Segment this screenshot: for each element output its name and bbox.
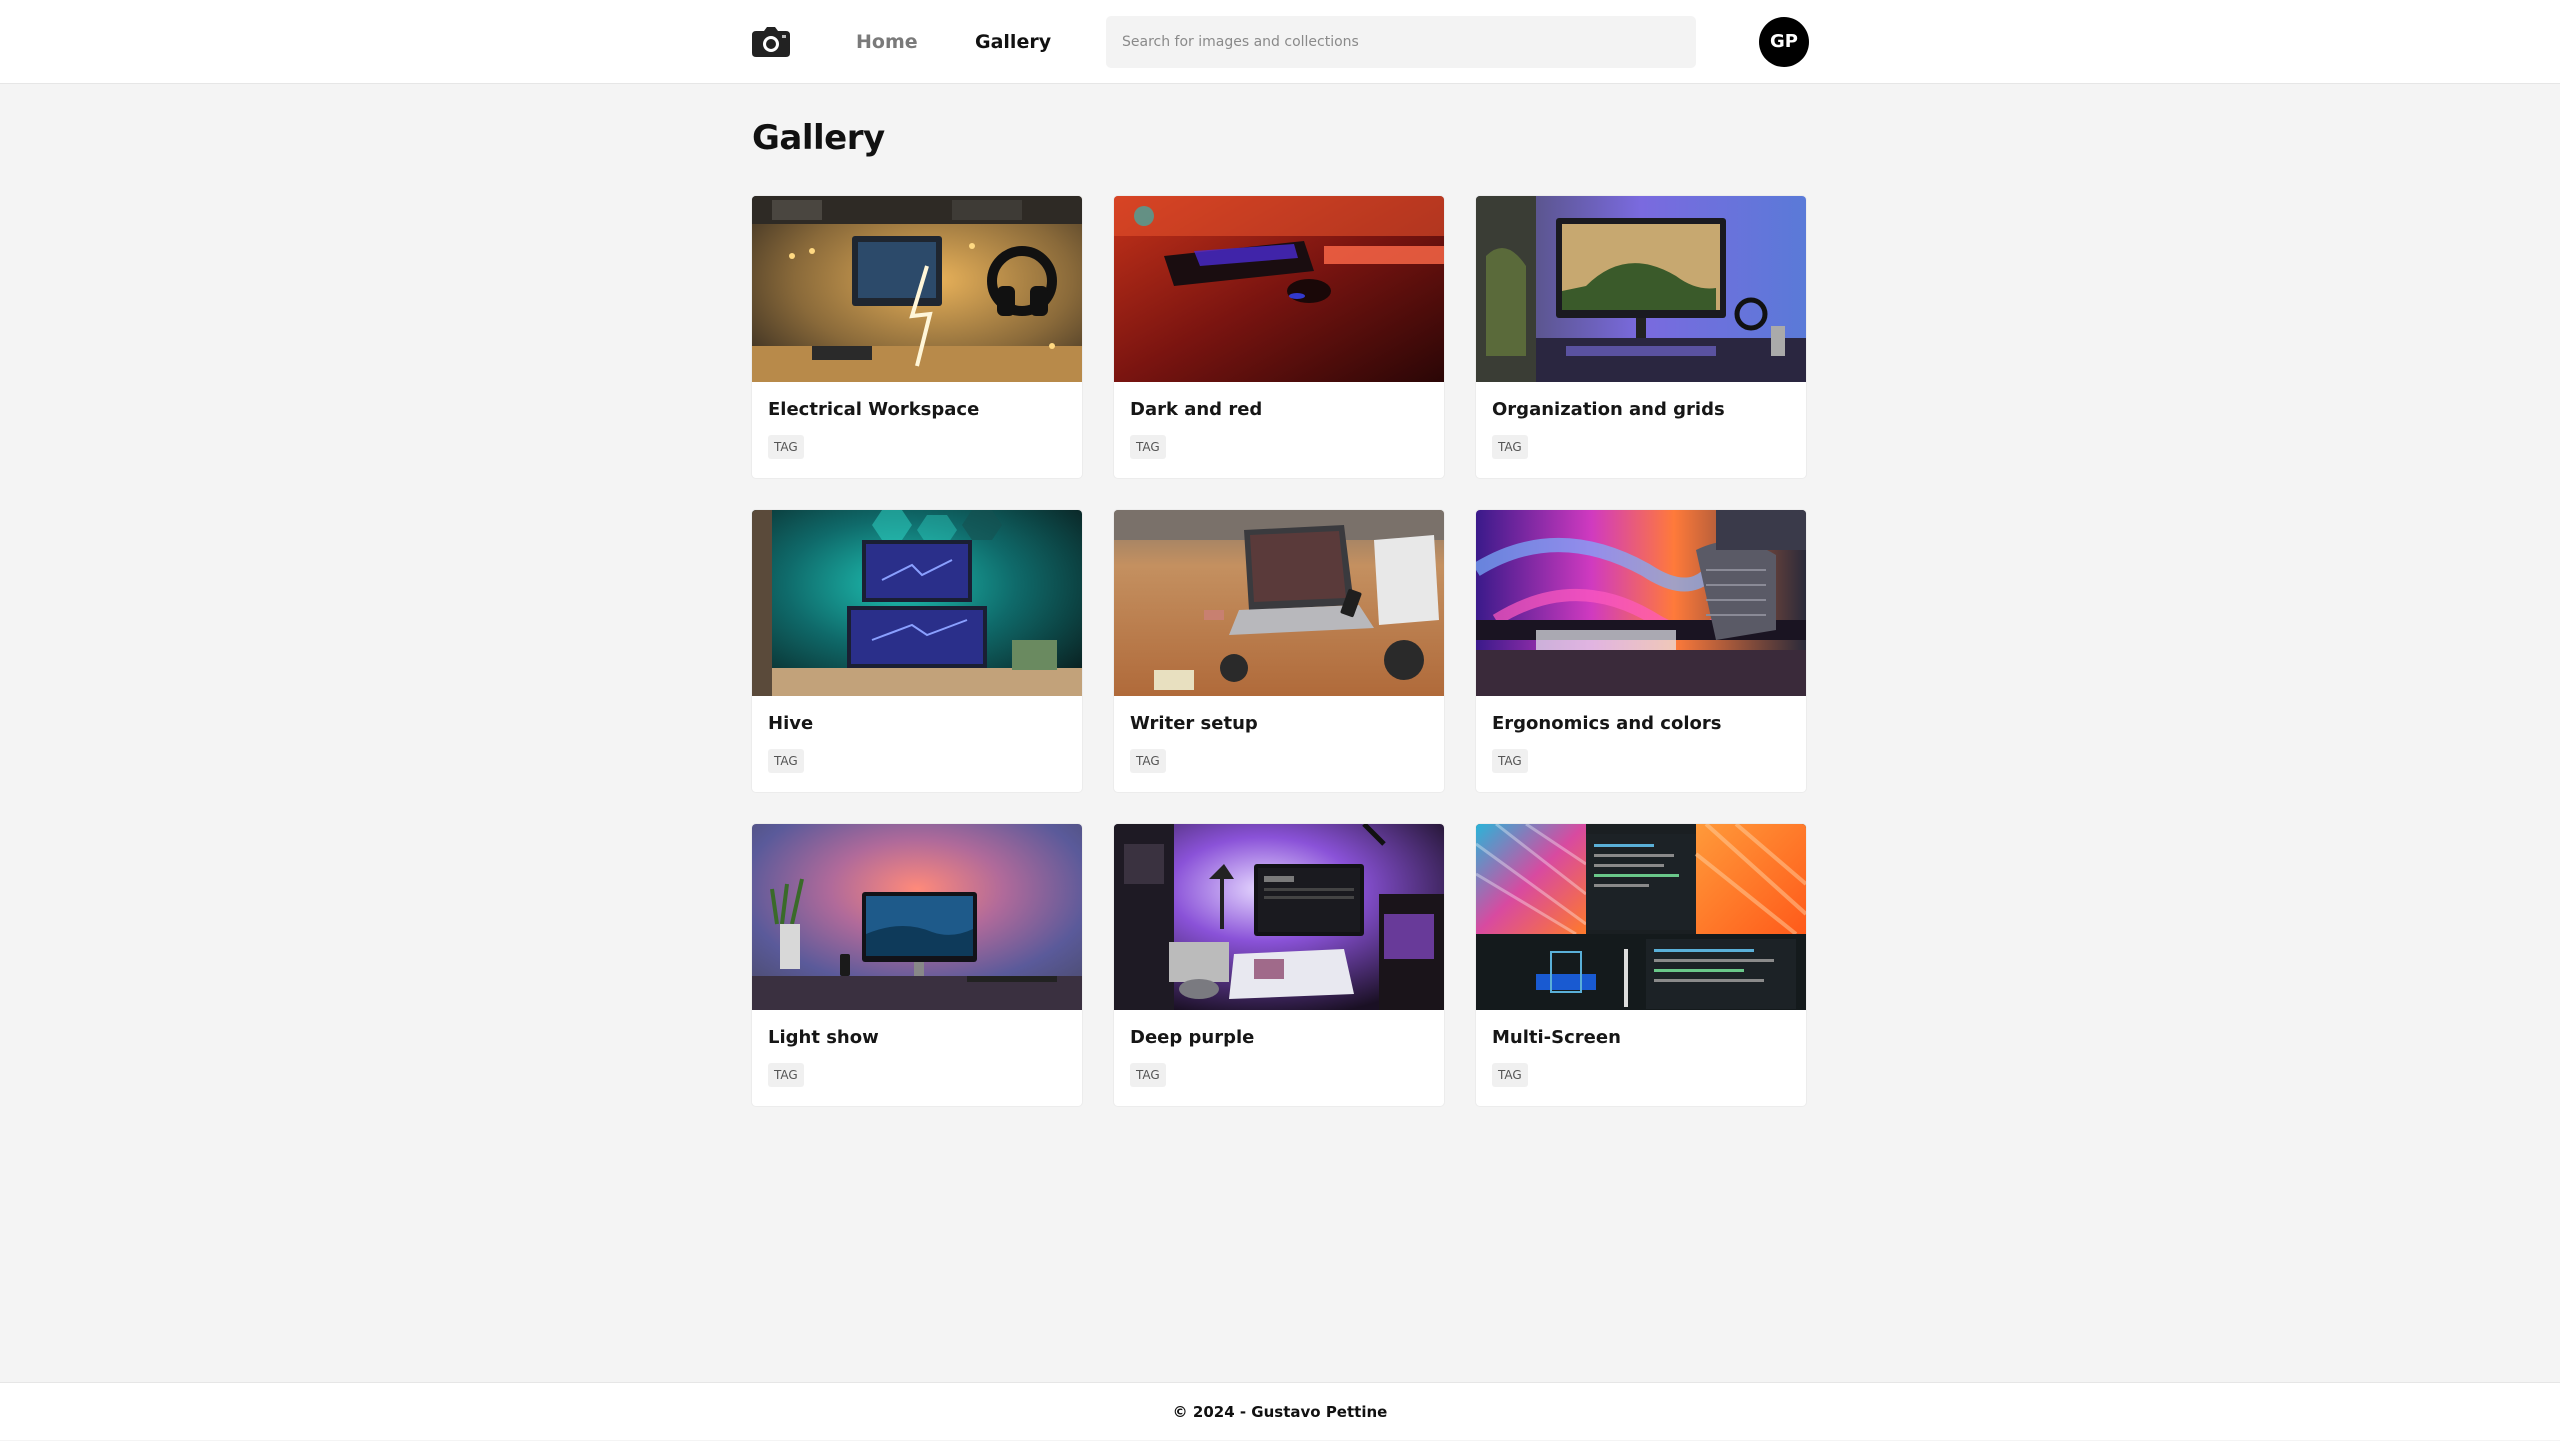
card-image-deep-purple [1114,824,1444,1010]
gallery-card[interactable]: Light show TAG [752,824,1082,1106]
tag-badge[interactable]: TAG [768,435,804,459]
gallery-card[interactable]: Multi-Screen TAG [1476,824,1806,1106]
gallery-card[interactable]: Hive TAG [752,510,1082,792]
top-navigation-bar: Home Gallery GP [0,0,2560,84]
page-title: Gallery [752,118,885,158]
card-image-dark-and-red [1114,196,1444,382]
gallery-card[interactable]: Organization and grids TAG [1476,196,1806,478]
gallery-card[interactable]: Ergonomics and colors TAG [1476,510,1806,792]
card-title: Electrical Workspace [768,399,980,420]
gallery-card[interactable]: Electrical Workspace TAG [752,196,1082,478]
nav-link-gallery[interactable]: Gallery [975,28,1051,56]
tag-badge[interactable]: TAG [768,1063,804,1087]
tag-badge[interactable]: TAG [768,749,804,773]
card-title: Ergonomics and colors [1492,713,1722,734]
nav-link-home[interactable]: Home [856,28,918,56]
tag-badge[interactable]: TAG [1492,749,1528,773]
camera-icon[interactable] [752,27,790,57]
card-image-ergonomics-and-colors [1476,510,1806,696]
gallery-card[interactable]: Dark and red TAG [1114,196,1444,478]
gallery-grid: Electrical Workspace TAG Dark and red TA… [752,196,1809,1106]
card-image-hive [752,510,1082,696]
gallery-card[interactable]: Writer setup TAG [1114,510,1444,792]
tag-badge[interactable]: TAG [1492,435,1528,459]
card-title: Writer setup [1130,713,1258,734]
card-image-writer-setup [1114,510,1444,696]
gallery-card[interactable]: Deep purple TAG [1114,824,1444,1106]
card-title: Dark and red [1130,399,1263,420]
card-title: Hive [768,713,814,734]
card-title: Multi-Screen [1492,1027,1621,1048]
tag-badge[interactable]: TAG [1130,749,1166,773]
card-title: Organization and grids [1492,399,1725,420]
card-image-electrical-workspace [752,196,1082,382]
card-image-multi-screen [1476,824,1806,1010]
card-image-organization-and-grids [1476,196,1806,382]
card-image-light-show [752,824,1082,1010]
tag-badge[interactable]: TAG [1130,1063,1166,1087]
card-title: Light show [768,1027,879,1048]
tag-badge[interactable]: TAG [1492,1063,1528,1087]
tag-badge[interactable]: TAG [1130,435,1166,459]
card-title: Deep purple [1130,1027,1255,1048]
footer-copyright: © 2024 - Gustavo Pettine [0,1382,2560,1440]
avatar[interactable]: GP [1759,17,1809,67]
search-input[interactable] [1106,16,1696,68]
